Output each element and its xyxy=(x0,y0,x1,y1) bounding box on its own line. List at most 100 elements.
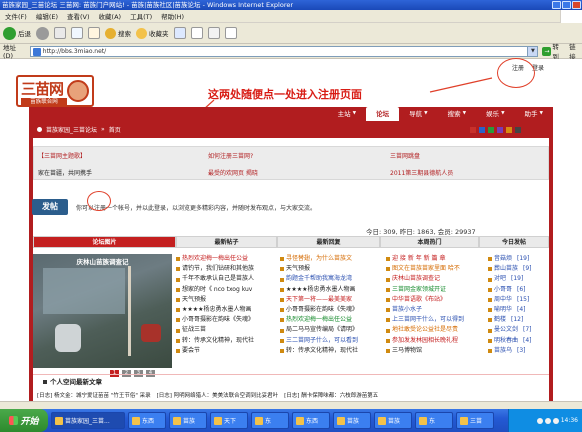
list-item[interactable]: 喻明华[4] xyxy=(488,305,548,315)
list-item-title[interactable]: 热烈欢迎梅一梅出任公益 xyxy=(182,254,248,264)
taskbar-button[interactable]: 东西 xyxy=(128,412,166,429)
go-button[interactable]: → 转到 xyxy=(542,41,565,61)
list-item[interactable]: 葬山苗族[9] xyxy=(488,264,548,274)
list-item-title[interactable]: 喻明华 xyxy=(494,305,512,315)
list-item[interactable]: 转：传承文化精神，现代社 xyxy=(280,346,382,356)
search-button[interactable]: 搜索 xyxy=(105,28,131,39)
print-button[interactable] xyxy=(208,27,220,39)
list-item[interactable]: 曼公文剑[7] xyxy=(488,325,548,335)
blog-entry-1[interactable]: [日志] 杨文金：城宁爱证苗苗 "竹王节俗" 采录 xyxy=(37,391,151,400)
list-item-title[interactable]: 征战三苗 xyxy=(182,325,206,335)
address-dropdown-button[interactable]: ▼ xyxy=(527,47,537,56)
menu-view[interactable]: 查看(V) xyxy=(67,11,90,21)
list-item[interactable]: 参加发发林园相长晚礼程 xyxy=(386,336,484,346)
history-button[interactable] xyxy=(174,27,186,39)
menu-help[interactable]: 帮助(H) xyxy=(161,11,184,21)
stop-button[interactable] xyxy=(54,27,66,39)
mail-button[interactable] xyxy=(191,27,203,39)
list-item[interactable]: 三马博物馆 xyxy=(386,346,484,356)
list-item-title[interactable]: 对吧 xyxy=(494,274,506,284)
list-item[interactable]: 音菇烦[19] xyxy=(488,254,548,264)
list-item[interactable]: 地社敢受论公益社是尽责 xyxy=(386,325,484,335)
nav-forum[interactable]: 论坛 xyxy=(366,107,399,121)
list-item[interactable]: 热烈欢迎梅一梅出任公益 xyxy=(176,254,276,264)
list-item-title[interactable]: 小哥哥 xyxy=(494,285,512,295)
list-item[interactable]: 转：传承文化精神，现代社 xyxy=(176,336,276,346)
list-item-title[interactable]: 图文在苗族苗家里面 哈不 xyxy=(392,264,460,274)
list-item[interactable]: 三二苗网子什么，可以看到 xyxy=(280,336,382,346)
theme-gray[interactable] xyxy=(515,127,521,133)
list-item-title[interactable]: 寻怪替翅，为什么苗族文 xyxy=(286,254,352,264)
list-item[interactable]: 庆林山苗族调查记 xyxy=(386,274,484,284)
list-item[interactable]: 上三苗网干什么，可以得到 xyxy=(386,315,484,325)
list-item-title[interactable]: 韵题金千帮助我寓海龙湾 xyxy=(286,274,352,284)
list-item[interactable]: 中华苗语歌《布站》 xyxy=(386,295,484,305)
list-item-title[interactable]: 迎 接 新 年 新 篇 章 xyxy=(392,254,445,264)
start-button[interactable]: 开始 xyxy=(0,409,48,432)
list-item-title[interactable]: 周中华 xyxy=(494,295,512,305)
list-item[interactable]: 请钓节，我们钻研和其他族 xyxy=(176,264,276,274)
list-item-title[interactable]: 天气预报 xyxy=(286,264,310,274)
list-item-title[interactable]: 鹤楼 xyxy=(494,315,506,325)
taskbar-button[interactable]: 苗族 xyxy=(333,412,371,429)
register-prompt[interactable]: 你可以注册一个帐号，并以此登录，以浏览更多精彩内容，并随时发布观点，与大家交流。 xyxy=(76,203,316,212)
announcement-link-3[interactable]: 三苗网跳盘 xyxy=(390,151,453,160)
list-item-title[interactable]: 三苗网金家领城开证 xyxy=(392,285,446,295)
menu-tools[interactable]: 工具(T) xyxy=(130,11,152,21)
featured-photo[interactable]: 庆林山苗族调查记 xyxy=(33,254,172,368)
list-item-title[interactable]: 三马博物馆 xyxy=(392,346,422,356)
list-item-title[interactable]: 参加发发林园相长晚礼程 xyxy=(392,336,458,346)
taskbar-button[interactable]: 东西 xyxy=(292,412,330,429)
list-item[interactable]: 热烈欢迎梅一梅出任公益 xyxy=(280,315,382,325)
minimize-button[interactable] xyxy=(552,1,561,9)
taskbar-button[interactable]: 东 xyxy=(415,412,453,429)
announcement-link-2[interactable]: 如何注册三苗网? xyxy=(208,151,258,160)
menu-file[interactable]: 文件(F) xyxy=(5,11,27,21)
list-item[interactable]: 千年不敢承认自己是苗族人 xyxy=(176,274,276,284)
list-item-title[interactable]: 热烈欢迎梅一梅出任公益 xyxy=(286,315,352,325)
announcement-link-1[interactable]: 【三苗网主题歌】 xyxy=(38,151,92,160)
maximize-button[interactable] xyxy=(562,1,571,9)
list-item[interactable]: 迎 接 新 年 新 篇 章 xyxy=(386,254,484,264)
blog-entry-2[interactable]: [日志] 阿明网络猎人：美美法联合空调到比妥君叶 xyxy=(157,391,279,400)
menu-edit[interactable]: 编辑(E) xyxy=(36,11,58,21)
list-item-title[interactable]: 天气预报 xyxy=(182,295,206,305)
blog-entry-3[interactable]: [日志] 酬卡保障味都：六枝郎游苗第五 xyxy=(284,391,378,400)
theme-blue[interactable] xyxy=(479,127,485,133)
favorites-button[interactable]: 收藏夹 xyxy=(136,28,169,39)
list-item-title[interactable]: 曼公文剑 xyxy=(494,325,518,335)
list-item[interactable]: 对吧[19] xyxy=(488,274,548,284)
theme-purple[interactable] xyxy=(497,127,503,133)
list-item-title[interactable]: 葬山苗族 xyxy=(494,264,518,274)
list-item[interactable]: 苗族小水子 xyxy=(386,305,484,315)
forward-button[interactable] xyxy=(36,27,49,40)
list-item-title[interactable]: 中华苗语歌《布站》 xyxy=(392,295,446,305)
list-item-title[interactable]: 局二马马宣传编局《请明》 xyxy=(286,325,358,335)
list-item-title[interactable]: 三二苗网子什么，可以看到 xyxy=(286,336,358,346)
nav-assistant[interactable]: 助手▼ xyxy=(515,107,553,121)
list-item[interactable]: 天下第一将——最美美家 xyxy=(280,295,382,305)
list-item[interactable]: 小哥哥摄影在韵味《失魂》 xyxy=(176,315,276,325)
list-item[interactable]: ★★★★杨忠勇水墨人物画 xyxy=(280,285,382,295)
links-button[interactable]: 链接 xyxy=(569,41,582,61)
new-post-button[interactable]: 发帖 xyxy=(32,199,68,215)
taskbar-button[interactable]: 三苗 xyxy=(456,412,494,429)
address-input[interactable]: http://bbs.3miao.net/ ▼ xyxy=(30,46,539,57)
list-item-title[interactable]: ★★★★杨忠勇水墨人物画 xyxy=(182,305,252,315)
list-item-title[interactable]: 千年不敢承认自己是苗族人 xyxy=(182,274,254,284)
list-item[interactable]: 寻怪替翅，为什么苗族文 xyxy=(280,254,382,264)
tray-icon[interactable] xyxy=(537,418,543,424)
clock[interactable]: 14:36 xyxy=(561,417,578,424)
site-logo[interactable]: 三苗网 苗族联合网 xyxy=(16,75,94,107)
list-item-title[interactable]: 地社敢受论公益社是尽责 xyxy=(392,325,458,335)
close-button[interactable] xyxy=(572,1,581,9)
list-item[interactable]: 天气预报 xyxy=(280,264,382,274)
list-item-title[interactable]: 苗族小水子 xyxy=(392,305,422,315)
theme-red[interactable] xyxy=(470,127,476,133)
edit-button[interactable] xyxy=(225,27,237,39)
tray-icon[interactable] xyxy=(553,418,559,424)
home-button[interactable] xyxy=(88,27,100,39)
list-item[interactable]: 苗族乌[3] xyxy=(488,346,548,356)
back-button[interactable]: 后退 xyxy=(3,27,31,40)
list-item[interactable]: 小哥哥[6] xyxy=(488,285,548,295)
